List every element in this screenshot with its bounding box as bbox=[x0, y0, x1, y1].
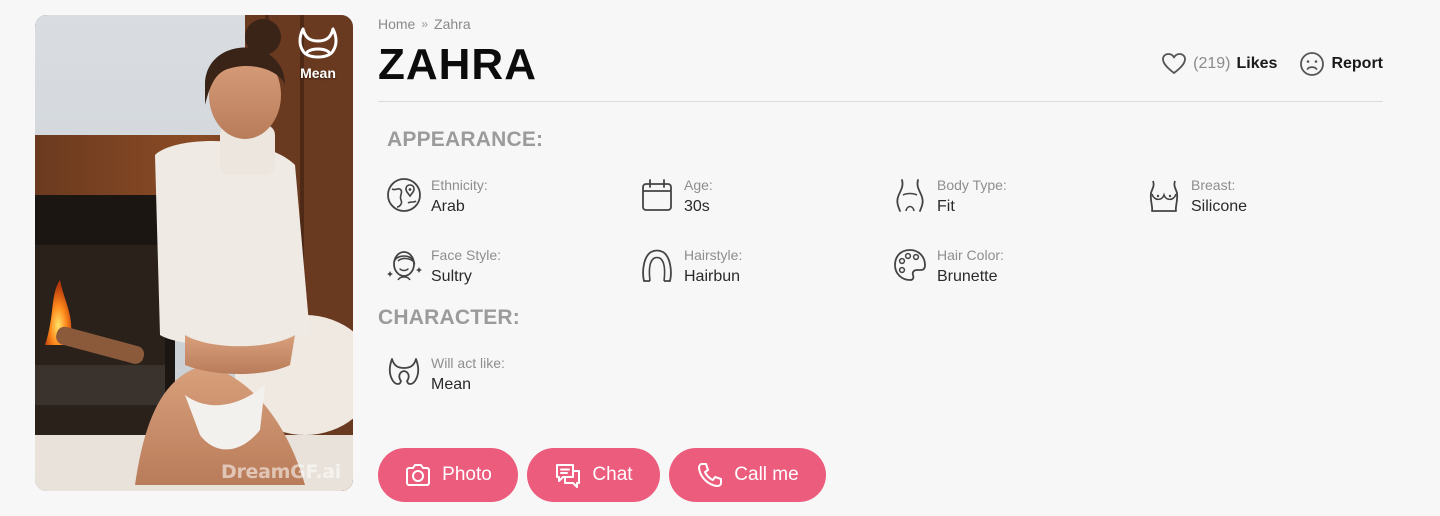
devil-horns-icon bbox=[386, 355, 422, 391]
call-button[interactable]: Call me bbox=[669, 448, 826, 502]
ethnicity-value: Arab bbox=[431, 198, 465, 215]
devil-horns-icon bbox=[298, 27, 338, 59]
watermark: DreamGF.ai bbox=[221, 461, 341, 483]
face-style-label: Face Style: bbox=[431, 247, 502, 263]
breast-label: Breast: bbox=[1191, 177, 1236, 193]
breast-icon bbox=[1146, 177, 1182, 213]
photo-button-label: Photo bbox=[442, 464, 492, 485]
character-heading: CHARACTER: bbox=[378, 306, 520, 329]
camera-icon bbox=[406, 464, 431, 486]
hair-color-value: Brunette bbox=[937, 268, 998, 285]
chat-bubbles-icon bbox=[556, 464, 581, 488]
attr-hair-color: Hair Color: Brunette bbox=[892, 245, 1004, 289]
breadcrumb: Home » Zahra bbox=[378, 16, 471, 32]
phone-icon bbox=[698, 463, 723, 487]
face-style-value: Sultry bbox=[431, 268, 472, 285]
badge-label: Mean bbox=[300, 65, 336, 81]
calendar-icon bbox=[639, 177, 675, 213]
attr-face-style: Face Style: Sultry bbox=[386, 245, 501, 289]
attr-hairstyle: Hairstyle: Hairbun bbox=[639, 245, 742, 289]
palette-icon bbox=[892, 247, 928, 283]
page-title: ZAHRA bbox=[378, 40, 537, 89]
header-divider bbox=[378, 101, 1383, 102]
attr-breast: Breast: Silicone bbox=[1146, 175, 1247, 219]
appearance-heading: APPEARANCE: bbox=[387, 128, 544, 151]
ethnicity-label: Ethnicity: bbox=[431, 177, 488, 193]
face-sparkle-icon bbox=[386, 247, 422, 283]
body-type-value: Fit bbox=[937, 198, 955, 215]
breadcrumb-home[interactable]: Home bbox=[378, 16, 415, 32]
age-label: Age: bbox=[684, 177, 713, 193]
attr-ethnicity: Ethnicity: Arab bbox=[386, 175, 488, 219]
breadcrumb-current: Zahra bbox=[434, 16, 471, 32]
attr-age: Age: 30s bbox=[639, 175, 713, 219]
attr-body-type: Body Type: Fit bbox=[892, 175, 1007, 219]
like-button[interactable]: (219) Likes bbox=[1161, 52, 1277, 76]
sad-face-icon bbox=[1300, 52, 1325, 76]
profile-image[interactable]: Mean DreamGF.ai bbox=[35, 15, 353, 491]
likes-count: (219) bbox=[1193, 55, 1231, 72]
profile-photo-scene bbox=[35, 15, 353, 491]
hairstyle-value: Hairbun bbox=[684, 268, 741, 285]
report-label: Report bbox=[1331, 55, 1383, 72]
likes-label: Likes bbox=[1236, 55, 1278, 72]
globe-pin-icon bbox=[386, 177, 422, 213]
chat-button[interactable]: Chat bbox=[527, 448, 660, 502]
body-torso-icon bbox=[892, 177, 928, 213]
report-button[interactable]: Report bbox=[1299, 51, 1383, 77]
breast-value: Silicone bbox=[1191, 198, 1248, 215]
will-act-like-label: Will act like: bbox=[431, 355, 505, 371]
chat-button-label: Chat bbox=[592, 464, 633, 485]
hairstyle-label: Hairstyle: bbox=[684, 247, 743, 263]
mean-badge: Mean bbox=[293, 25, 343, 81]
age-value: 30s bbox=[684, 198, 710, 215]
hair-icon bbox=[639, 247, 675, 283]
heart-icon bbox=[1162, 53, 1187, 74]
breadcrumb-separator: » bbox=[421, 17, 429, 31]
hair-color-label: Hair Color: bbox=[937, 247, 1004, 263]
body-type-label: Body Type: bbox=[937, 177, 1007, 193]
call-button-label: Call me bbox=[734, 464, 799, 485]
attr-will-act-like: Will act like: Mean bbox=[386, 353, 505, 397]
will-act-like-value: Mean bbox=[431, 376, 472, 393]
photo-button[interactable]: Photo bbox=[378, 448, 518, 502]
header-actions: (219) Likes Report bbox=[1161, 51, 1383, 77]
